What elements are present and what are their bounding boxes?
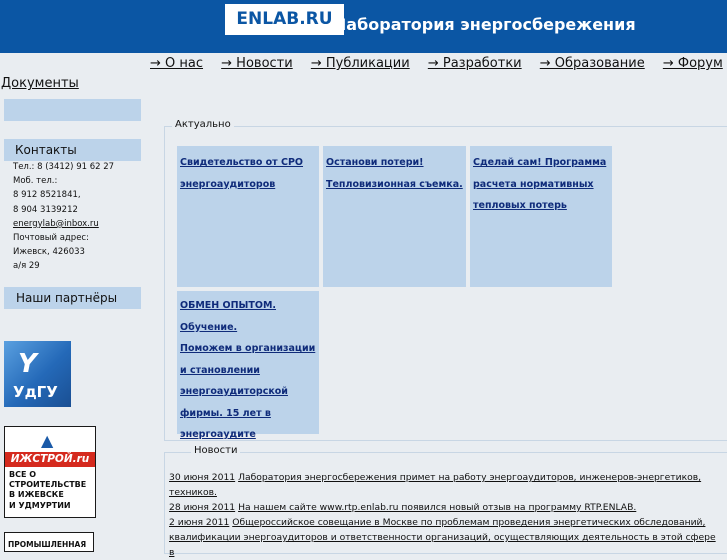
actual-legend: Актуально bbox=[172, 119, 234, 130]
card-link[interactable]: Свидетельство от СРО bbox=[180, 157, 303, 168]
card-link[interactable]: энергоаудите bbox=[180, 429, 256, 440]
izhstroy-triangle-icon: ▲ bbox=[41, 431, 54, 450]
news-text-link[interactable]: квалификации энергоаудиторов и ответстве… bbox=[169, 532, 716, 558]
udgu-logo-text: УдГУ bbox=[13, 383, 58, 401]
nav-item-education[interactable]: → Образование bbox=[540, 56, 645, 71]
card-link[interactable]: Обучение. bbox=[180, 322, 237, 333]
main-nav: → О нас → Новости → Публикации → Разрабо… bbox=[150, 56, 727, 71]
news-list: 30 июня 2011 Лаборатория энергосбережени… bbox=[169, 470, 721, 560]
news-text-link[interactable]: техников. bbox=[169, 487, 217, 498]
site-logo[interactable]: ENLAB.RU bbox=[225, 4, 344, 35]
izhstroy-line: ВСЕ О bbox=[9, 470, 37, 479]
nav-item-news[interactable]: → Новости bbox=[221, 56, 293, 71]
card-link[interactable]: энергоаудиторов bbox=[180, 179, 275, 190]
contacts-heading: Контакты bbox=[4, 139, 141, 161]
izhstroy-line: СТРОИТЕЛЬСТВЕ bbox=[9, 480, 87, 490]
contact-line: 8 912 8521841, bbox=[13, 190, 81, 201]
news-text-link[interactable]: Общероссийское совещание в Москве по про… bbox=[232, 517, 705, 528]
izhstroy-line: И УДМУРТИИ bbox=[9, 500, 71, 510]
izhstroy-text: ВСЕ О СТРОИТЕЛЬСТВЕ В ИЖЕВСКЕ И УДМУРТИИ bbox=[9, 470, 86, 511]
actual-card[interactable]: ОБМЕН ОПЫТОМ. Обучение. Поможем в органи… bbox=[177, 291, 319, 440]
card-link[interactable]: и становлении bbox=[180, 365, 260, 376]
nav-item-developments[interactable]: → Разработки bbox=[428, 56, 522, 71]
news-legend: Новости bbox=[191, 445, 241, 456]
address-line: Почтовый адрес: bbox=[13, 233, 89, 244]
card-link[interactable]: Останови потери! bbox=[326, 157, 424, 168]
contact-line: 8 904 3139212 bbox=[13, 204, 78, 215]
news-date-link[interactable]: 30 июня 2011 bbox=[169, 472, 235, 483]
news-date-link[interactable]: 2 июня 2011 bbox=[169, 517, 229, 528]
partner-prom-banner[interactable]: ПРОМЫШЛЕННАЯ bbox=[4, 532, 94, 552]
news-item: 2 июня 2011 Общероссийское совещание в М… bbox=[169, 515, 721, 560]
nav-item-about[interactable]: → О нас bbox=[150, 56, 203, 71]
news-text-link[interactable]: Лаборатория энергосбережения примет на р… bbox=[238, 472, 701, 483]
site-header: ENLAB.RU Лаборатория энергосбережения bbox=[0, 0, 727, 53]
card-link[interactable]: Тепловизионная съемка. bbox=[326, 179, 463, 190]
izhstroy-line: В ИЖЕВСКЕ bbox=[9, 490, 64, 500]
news-item: 28 июня 2011 На нашем сайте www.rtp.enla… bbox=[169, 500, 721, 515]
contact-line: Тел.: 8 (3412) 91 62 27 bbox=[13, 162, 115, 172]
actual-card[interactable]: Останови потери! Тепловизионная съемка. bbox=[323, 146, 466, 287]
card-link[interactable]: Поможем в организации bbox=[180, 343, 315, 354]
partner-izhstroy-banner[interactable]: ▲ ИЖСТРОЙ.ru ВСЕ О СТРОИТЕЛЬСТВЕ В ИЖЕВС… bbox=[4, 426, 96, 518]
udgu-mark-icon: Y bbox=[18, 349, 37, 379]
actual-card[interactable]: Свидетельство от СРО энергоаудиторов bbox=[177, 146, 319, 287]
contact-email-link[interactable]: energylab@inbox.ru bbox=[13, 217, 114, 231]
card-link[interactable]: расчета нормативных bbox=[473, 179, 594, 190]
card-link[interactable]: энергоаудиторской bbox=[180, 386, 288, 397]
news-date-link[interactable]: 28 июня 2011 bbox=[169, 502, 235, 513]
card-link[interactable]: Сделай сам! Программа bbox=[473, 157, 606, 168]
actual-card[interactable]: Сделай сам! Программа расчета нормативны… bbox=[470, 146, 612, 287]
news-item: 30 июня 2011 Лаборатория энергосбережени… bbox=[169, 470, 721, 500]
site-title: Лаборатория энергосбережения bbox=[333, 15, 636, 34]
address-line: Ижевск, 426033 bbox=[13, 247, 85, 258]
partners-heading: Наши партнёры bbox=[4, 287, 141, 309]
partner-udgu-logo[interactable]: Y УдГУ bbox=[4, 341, 71, 407]
nav-item-forum[interactable]: → Форум bbox=[663, 56, 723, 71]
sidebar-blank-block bbox=[4, 99, 141, 121]
card-link[interactable]: ОБМЕН ОПЫТОМ. bbox=[180, 300, 276, 311]
nav-item-documents[interactable]: Документы bbox=[1, 76, 79, 91]
card-link[interactable]: фирмы. 15 лет в bbox=[180, 408, 271, 419]
news-text-link[interactable]: На нашем сайте www.rtp.enlab.ru появился… bbox=[238, 502, 636, 513]
address-line: а/я 29 bbox=[13, 261, 40, 272]
contacts-block: Тел.: 8 (3412) 91 62 27 Моб. тел.: 8 912… bbox=[13, 160, 114, 274]
izhstroy-band: ИЖСТРОЙ.ru bbox=[5, 452, 95, 467]
card-link[interactable]: тепловых потерь bbox=[473, 200, 567, 211]
contact-line: Моб. тел.: bbox=[13, 176, 58, 187]
nav-item-publications[interactable]: → Публикации bbox=[311, 56, 410, 71]
